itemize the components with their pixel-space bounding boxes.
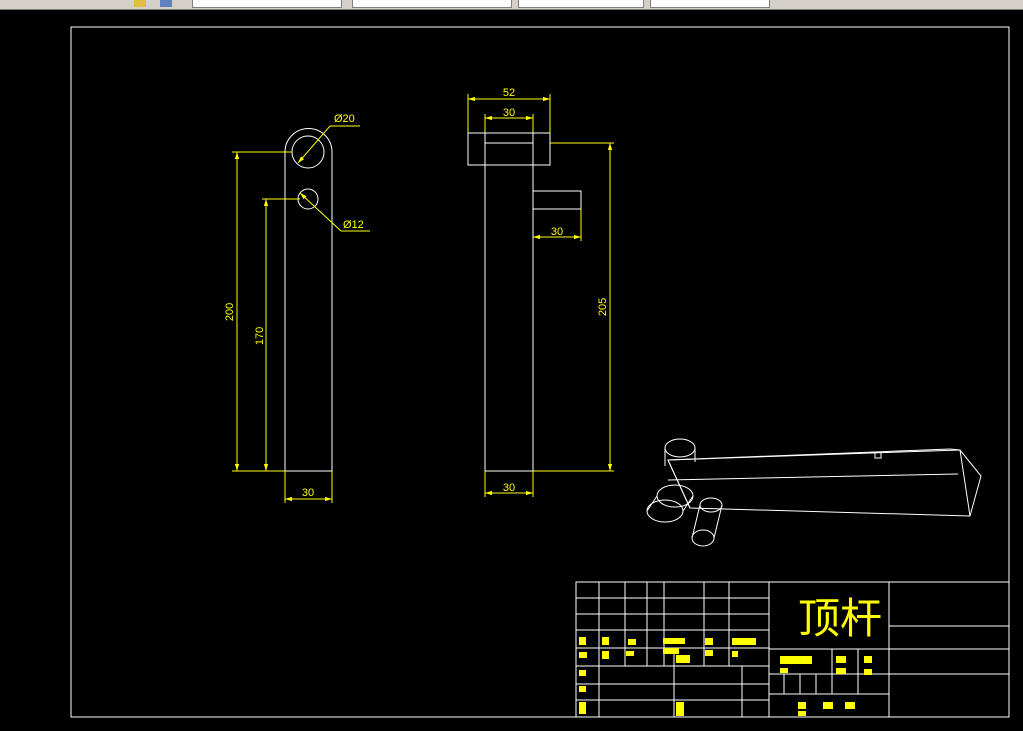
lineweight-dropdown[interactable] [650,0,770,8]
color-dropdown[interactable] [352,0,512,8]
layer-dropdown[interactable] [192,0,342,8]
dim-width-30-side: 30 [503,482,515,494]
linetype-dropdown[interactable] [518,0,644,8]
dim-diameter-12: Ø12 [343,219,364,231]
dim-diameter-20: Ø20 [334,113,355,125]
drawing-canvas[interactable]: Ø20 Ø12 200 170 30 52 30 30 205 30 顶杆 [0,10,1023,731]
dim-width-52: 52 [503,87,515,99]
dim-height-200: 200 [224,303,236,321]
title-block [575,581,1010,718]
toolbar [0,0,1023,10]
tool-icon[interactable] [134,0,146,7]
dim-width-30-pin: 30 [551,226,563,238]
side-view-dimensions [467,94,614,497]
dim-height-205: 205 [597,298,609,316]
dim-height-170: 170 [254,327,266,345]
side-view [467,132,582,472]
front-view-dimensions [232,125,370,503]
part-title: 顶杆 [798,594,882,643]
front-view [284,128,333,472]
isometric-view [646,438,982,547]
dim-width-30-front: 30 [302,487,314,499]
dim-width-30-top: 30 [503,107,515,119]
cube-icon[interactable] [160,0,172,7]
